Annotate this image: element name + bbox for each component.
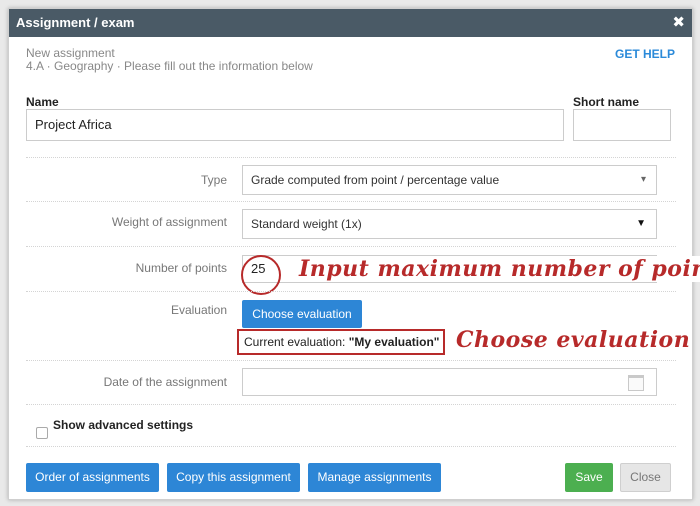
divider bbox=[26, 157, 676, 158]
dialog-subheader: New assignment 4.A · Geography · Please … bbox=[26, 47, 313, 73]
type-select[interactable]: Grade computed from point / percentage v… bbox=[242, 165, 657, 195]
order-assignments-button[interactable]: Order of assignments bbox=[26, 463, 159, 492]
copy-assignment-button[interactable]: Copy this assignment bbox=[167, 463, 300, 492]
advanced-settings-label: Show advanced settings bbox=[53, 418, 194, 432]
name-label: Name bbox=[26, 95, 59, 109]
short-name-input[interactable] bbox=[573, 109, 671, 141]
type-select-value: Grade computed from point / percentage v… bbox=[251, 173, 500, 187]
dialog-title: Assignment / exam bbox=[16, 15, 135, 30]
dialog-titlebar: Assignment / exam ✖ bbox=[9, 9, 692, 37]
name-input[interactable]: Project Africa bbox=[26, 109, 564, 141]
get-help-link[interactable]: GET HELP bbox=[615, 47, 675, 61]
close-button[interactable]: Close bbox=[620, 463, 671, 492]
type-label: Type bbox=[200, 173, 227, 187]
current-evaluation-box: Current evaluation: "My evaluation" bbox=[237, 329, 445, 355]
evaluation-annotation: Choose evaluation bbox=[456, 327, 691, 353]
divider bbox=[26, 246, 676, 247]
current-evaluation-value: "My evaluation" bbox=[348, 335, 440, 349]
divider bbox=[26, 360, 676, 361]
weight-select-value: Standard weight (1x) bbox=[251, 217, 362, 231]
assignment-dialog: Assignment / exam ✖ New assignment 4.A ·… bbox=[8, 8, 700, 500]
points-label: Number of points bbox=[135, 261, 227, 275]
date-input[interactable] bbox=[242, 368, 657, 396]
current-evaluation-prefix: Current evaluation: bbox=[244, 335, 349, 349]
advanced-settings-checkbox[interactable] bbox=[36, 427, 48, 439]
points-annotation: Input maximum number of points bbox=[297, 256, 700, 282]
short-name-label: Short name bbox=[573, 95, 640, 109]
divider bbox=[26, 291, 676, 292]
divider bbox=[26, 404, 676, 405]
evaluation-label: Evaluation bbox=[170, 303, 227, 317]
points-highlight-circle bbox=[241, 255, 281, 295]
choose-evaluation-button[interactable]: Choose evaluation bbox=[242, 300, 362, 328]
calendar-icon[interactable] bbox=[628, 375, 644, 391]
close-icon[interactable]: ✖ bbox=[672, 13, 685, 31]
save-button[interactable]: Save bbox=[565, 463, 613, 492]
chevron-down-icon: ▾ bbox=[640, 174, 646, 185]
manage-assignments-button[interactable]: Manage assignments bbox=[308, 463, 441, 492]
weight-label: Weight of assignment bbox=[111, 215, 227, 229]
divider bbox=[26, 446, 676, 447]
date-label: Date of the assignment bbox=[103, 375, 227, 389]
weight-select[interactable]: Standard weight (1x) ▼ bbox=[242, 209, 657, 239]
chevron-down-icon: ▼ bbox=[636, 218, 646, 229]
divider bbox=[26, 201, 676, 202]
subtitle-line2: 4.A · Geography · Please fill out the in… bbox=[26, 59, 313, 73]
